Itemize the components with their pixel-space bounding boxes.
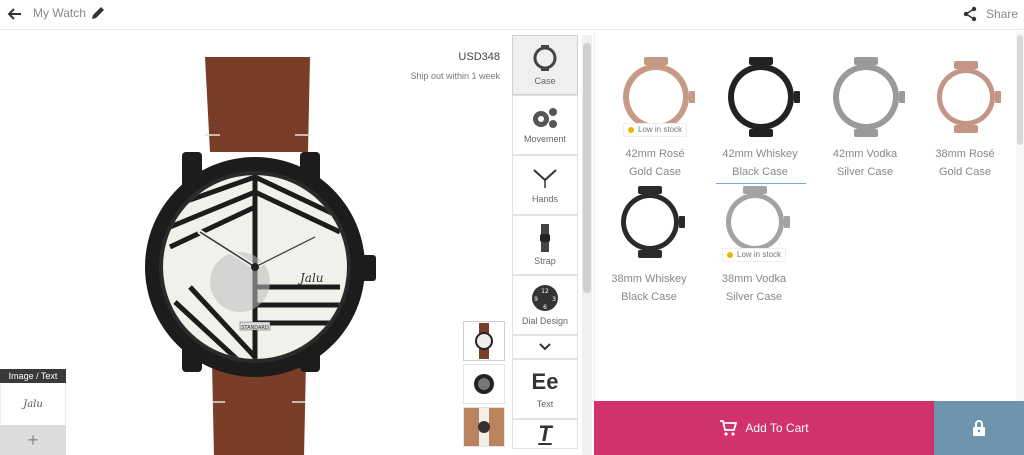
add-image-text-button[interactable]: +	[0, 425, 66, 455]
text-icon: Ee	[531, 369, 559, 394]
stock-dot-icon	[727, 252, 733, 258]
dial-brand: Jalu	[297, 271, 324, 285]
options-scrollbar[interactable]	[1016, 31, 1024, 401]
stock-dot-icon	[628, 127, 634, 133]
category-scroll-thumb[interactable]	[583, 43, 591, 293]
share-icon	[963, 6, 977, 22]
category-label: Dial Design	[521, 316, 569, 326]
lock-icon	[973, 420, 985, 436]
back-arrow-icon[interactable]	[5, 4, 25, 24]
category-label: Case	[534, 76, 556, 86]
case-options-panel: Low in stock 42mm Rosé Gold Case 42mm Whi…	[594, 31, 1024, 401]
svg-text:6: 6	[543, 304, 547, 311]
ship-note: Ship out within 1 week	[410, 71, 500, 81]
signature-preview: Jalu	[23, 398, 43, 410]
add-to-cart-button[interactable]: Add To Cart	[594, 401, 934, 455]
lock-button[interactable]	[934, 401, 1024, 455]
case-image	[728, 57, 800, 137]
add-to-cart-label: Add To Cart	[745, 421, 809, 435]
image-text-label: Image / Text	[0, 369, 66, 383]
option-label: 38mm Vodka Silver Case	[721, 273, 787, 303]
share-label: Share	[985, 7, 1018, 21]
cart-icon	[720, 420, 738, 436]
category-label: Strap	[534, 256, 556, 266]
category-dial-design[interactable]: 12 6 9 3 Dial Design	[512, 275, 578, 335]
image-text-panel: Image / Text Jalu +	[0, 369, 66, 455]
svg-text:12: 12	[541, 288, 549, 295]
category-sidebar: Case Movement Hands Strap 12 6 9 3 Dial Des…	[512, 35, 580, 455]
page-title: My Watch	[33, 6, 86, 20]
case-image	[621, 186, 685, 258]
category-engraving[interactable]: T	[512, 419, 578, 449]
category-text[interactable]: Ee Text	[512, 359, 578, 419]
case-option-selected[interactable]: 42mm Whiskey Black Case	[708, 43, 812, 184]
watch-image: Jalu STANDARD	[145, 57, 376, 455]
options-scroll-thumb[interactable]	[1017, 35, 1023, 145]
category-label: Hands	[531, 194, 558, 204]
category-scrollbar[interactable]	[582, 35, 592, 455]
case-image	[937, 61, 1001, 133]
low-stock-badge: Low in stock	[722, 248, 787, 262]
dial-icon: 12 69 3	[532, 285, 558, 311]
category-hands[interactable]: Hands	[512, 155, 578, 215]
price: USD348	[458, 51, 500, 63]
category-movement[interactable]: Movement	[512, 95, 578, 155]
case-option[interactable]: 38mm Whiskey Black Case	[597, 168, 701, 308]
chevron-down-icon	[539, 343, 551, 351]
category-label: Movement	[523, 134, 567, 144]
more-categories-button[interactable]	[512, 335, 578, 359]
case-option[interactable]: Low in stock 42mm Rosé Gold Case	[603, 43, 707, 183]
engraving-icon: T	[538, 421, 552, 446]
category-case[interactable]: Case	[512, 35, 578, 95]
category-label: Text	[536, 399, 554, 409]
case-option[interactable]: 38mm Rosé Gold Case	[913, 43, 1017, 183]
top-bar: My Watch Share	[0, 0, 1024, 30]
case-option[interactable]: 42mm Vodka Silver Case	[813, 43, 917, 183]
thumbnail-front[interactable]	[463, 321, 505, 361]
svg-text:9: 9	[534, 296, 538, 303]
option-label: 38mm Rosé Gold Case	[935, 148, 995, 178]
option-label: 42mm Vodka Silver Case	[832, 148, 898, 178]
watch-preview: USD348 Ship out within 1 week Jalu STAND…	[0, 31, 512, 455]
pencil-icon[interactable]	[90, 5, 106, 21]
low-stock-badge: Low in stock	[623, 123, 688, 137]
preview-thumbnails	[463, 321, 507, 450]
strap-icon	[540, 224, 550, 252]
case-image	[833, 57, 905, 137]
share-button[interactable]: Share	[962, 4, 1018, 24]
category-strap[interactable]: Strap	[512, 215, 578, 275]
dial-mark: STANDARD	[241, 325, 269, 331]
signature-slot[interactable]: Jalu	[0, 383, 66, 425]
case-option[interactable]: Low in stock 38mm Vodka Silver Case	[702, 168, 806, 308]
case-icon	[533, 45, 557, 71]
thumbnail-back[interactable]	[463, 364, 505, 404]
option-label: 38mm Whiskey Black Case	[611, 273, 687, 303]
svg-text:3: 3	[552, 296, 556, 303]
thumbnail-lifestyle[interactable]	[463, 407, 505, 447]
gears-icon	[533, 108, 557, 128]
hands-icon	[533, 169, 557, 188]
